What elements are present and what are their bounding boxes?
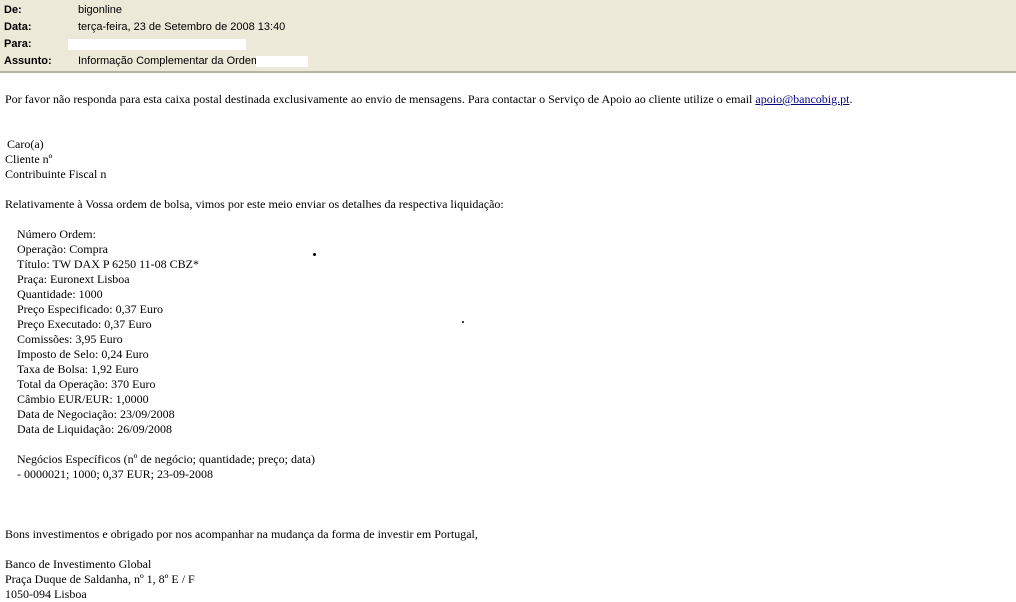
notice-end: .: [849, 92, 853, 106]
to-label: Para:: [4, 38, 32, 50]
detail-title: Título: TW DAX P 6250 11-08 CBZ*: [17, 257, 200, 271]
detail-quantity: Quantidade: 1000: [17, 287, 103, 301]
detail-exchange-rate: Câmbio EUR/EUR: 1,0000: [17, 392, 149, 406]
subject-label: Assunto:: [4, 55, 52, 67]
detail-specified-price: Preço Especificado: 0,37 Euro: [17, 302, 163, 316]
support-email-link[interactable]: apoio@bancobig.pt: [755, 92, 849, 106]
from-value[interactable]: bigonline: [78, 2, 122, 18]
client-number: Cliente nº: [5, 152, 53, 166]
detail-total: Total da Operação: 370 Euro: [17, 377, 156, 391]
signature-name: Banco de Investimento Global: [5, 557, 152, 571]
date-value: terça-feira, 23 de Setembro de 2008 13:4…: [78, 21, 286, 33]
deals-line: - 0000021; 1000; 0,37 EUR; 23-09-2008: [17, 467, 213, 481]
detail-trade-date: Data de Negociação: 23/09/2008: [17, 407, 175, 421]
closing-text: Bons investimentos e obrigado por nos ac…: [5, 527, 478, 541]
from-label: De:: [4, 4, 22, 16]
detail-exchange-fee: Taxa de Bolsa: 1,92 Euro: [17, 362, 139, 376]
speck-mark: [462, 321, 464, 323]
date-label: Data:: [4, 21, 32, 33]
signature-address: Praça Duque de Saldanha, nº 1, 8º E / F: [5, 572, 195, 586]
detail-settlement-date: Data de Liquidação: 26/09/2008: [17, 422, 172, 436]
tax-number: Contribuinte Fiscal n: [5, 167, 107, 181]
message-header: De: bigonline Data: terça-feira, 23 de S…: [0, 0, 1016, 73]
notice-text: Por favor não responda para esta caixa p…: [5, 92, 753, 106]
notice-line: Por favor não responda para esta caixa p…: [5, 92, 852, 107]
detail-order-number: Número Ordem:: [17, 227, 96, 241]
intro-text: Relativamente à Vossa ordem de bolsa, vi…: [5, 197, 504, 211]
detail-market: Praça: Euronext Lisboa: [17, 272, 130, 286]
detail-commissions: Comissões: 3,95 Euro: [17, 332, 123, 346]
deals-header: Negócios Específicos (nº de negócio; qua…: [17, 452, 315, 466]
speck-mark: [313, 253, 316, 256]
detail-executed-price: Preço Executado: 0,37 Euro: [17, 317, 152, 331]
greeting: Caro(a): [7, 137, 44, 151]
redacted-recipient: [68, 39, 246, 50]
redacted-order-number: [256, 56, 308, 67]
detail-operation: Operação: Compra: [17, 242, 108, 256]
subject-value: Informação Complementar da Ordem: [78, 55, 261, 67]
detail-stamp-tax: Imposto de Selo: 0,24 Euro: [17, 347, 149, 361]
